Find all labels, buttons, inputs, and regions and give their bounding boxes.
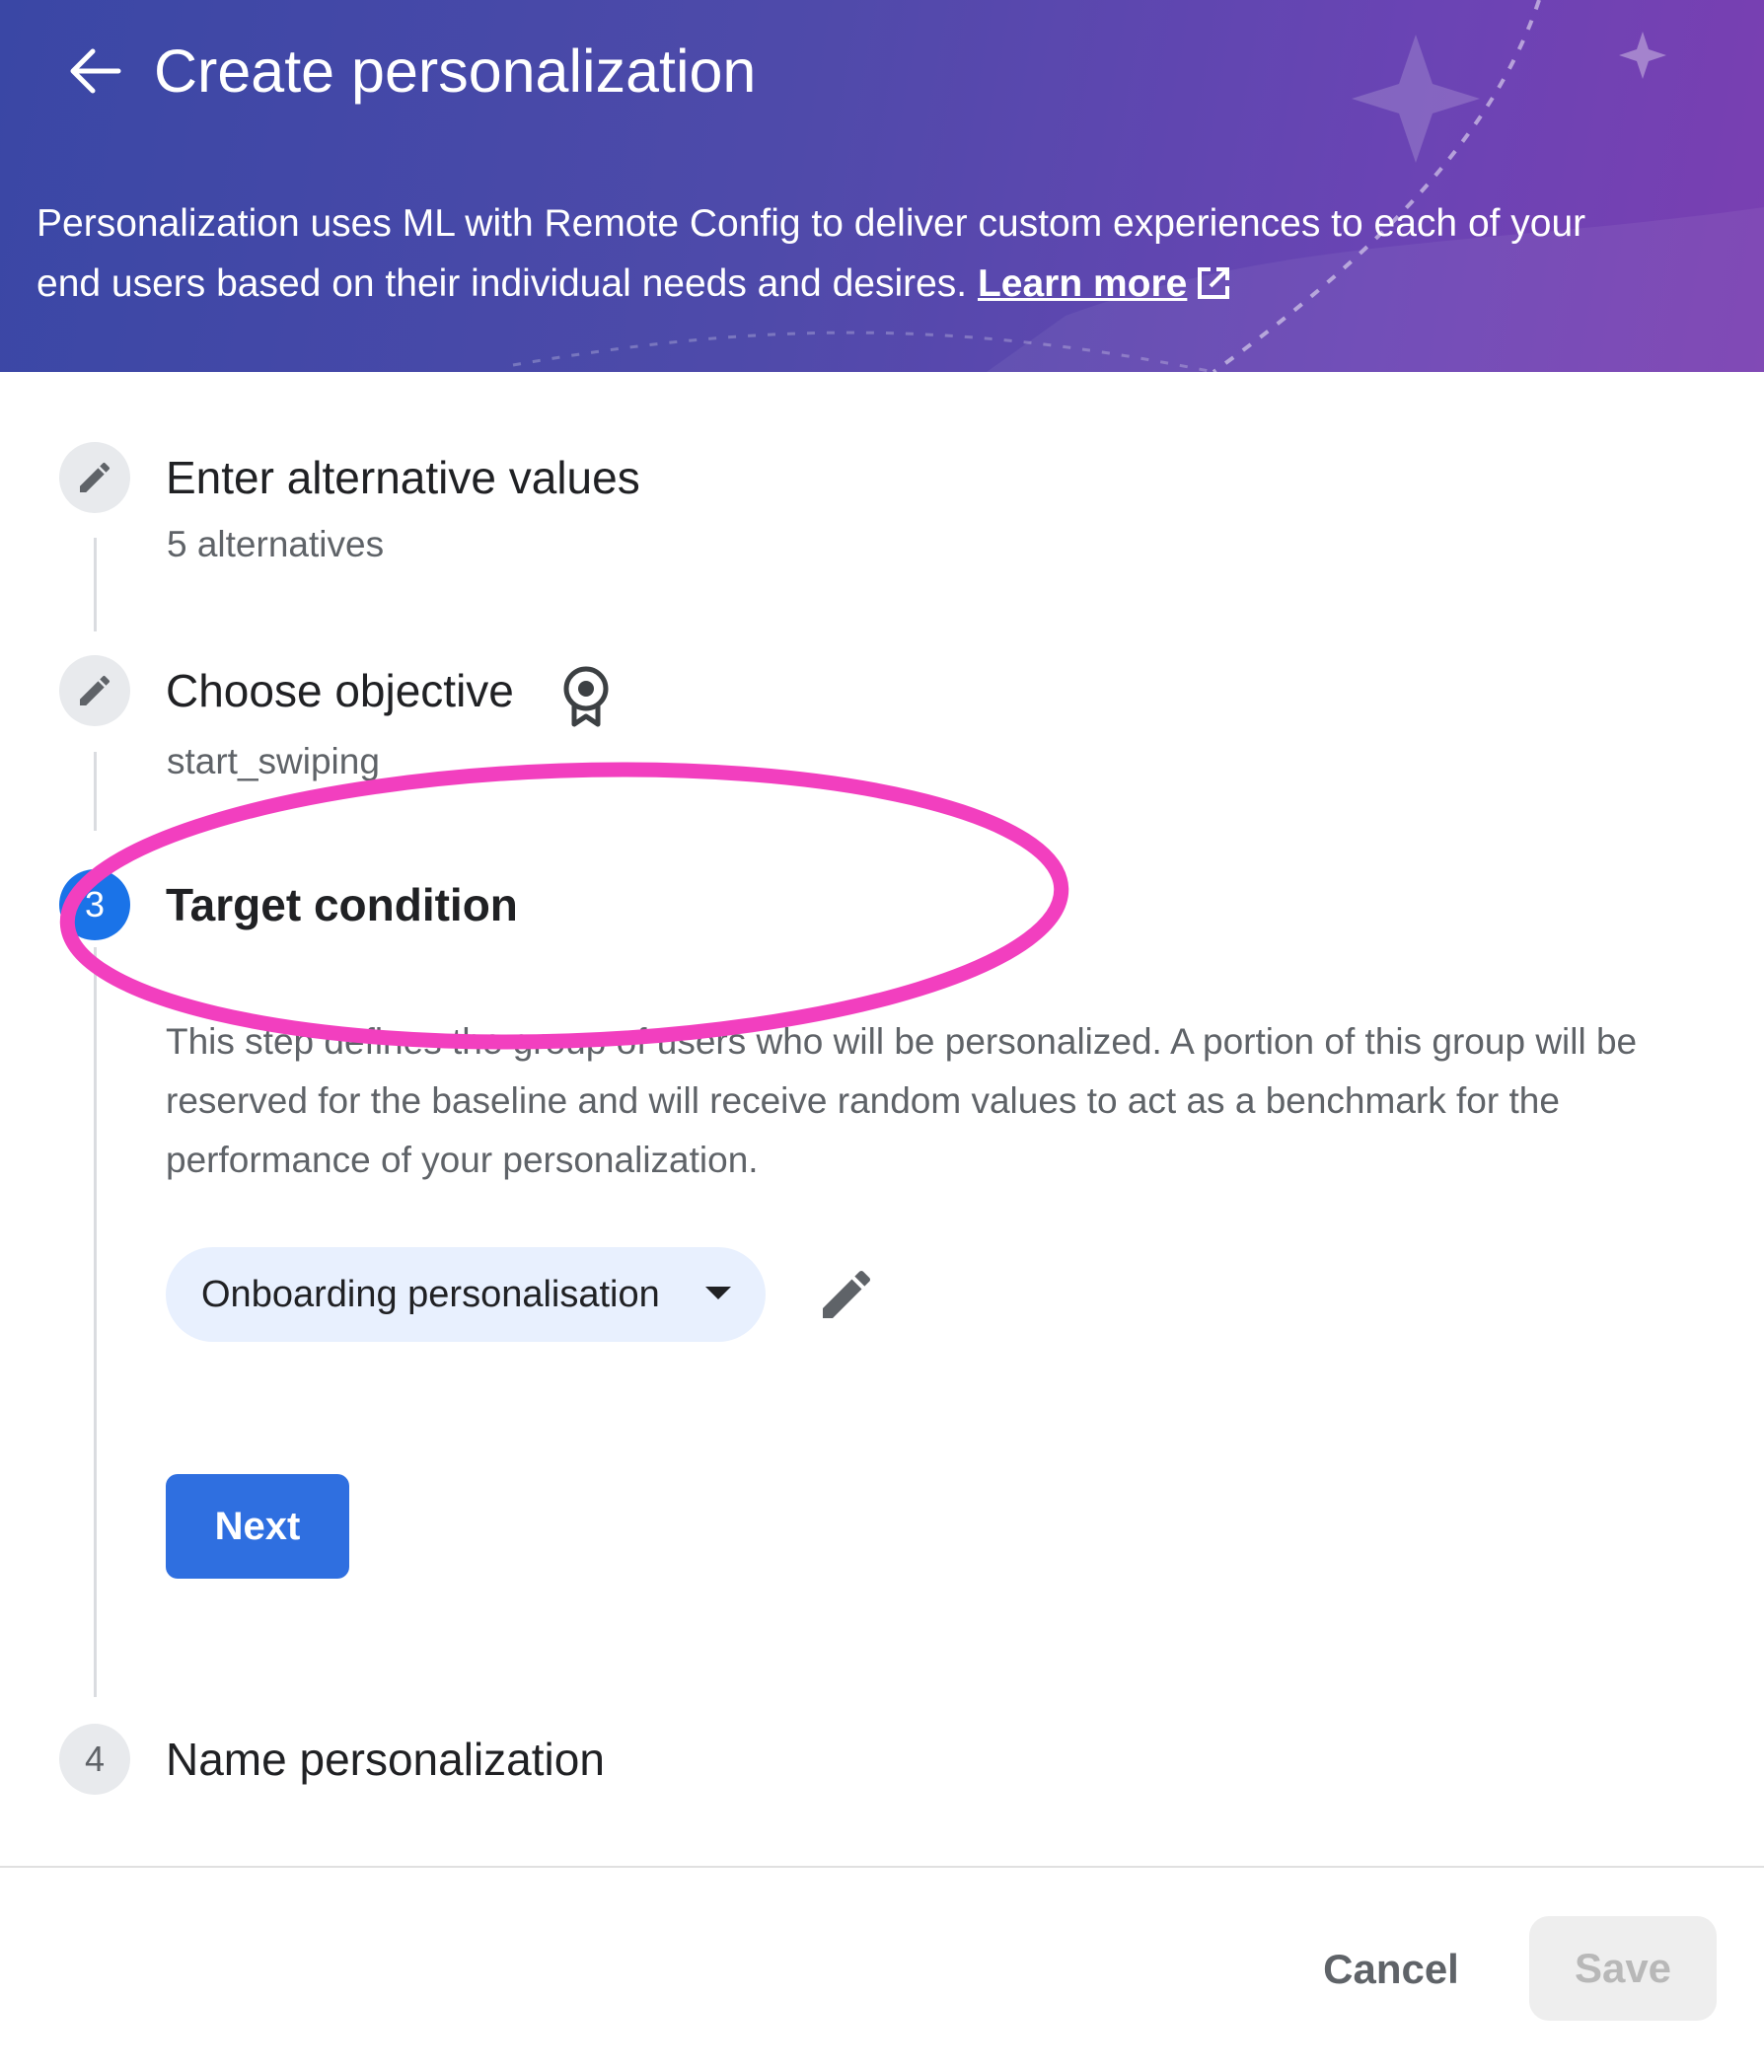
page-title: Create personalization — [154, 37, 757, 105]
step-title[interactable]: Name personalization — [166, 1730, 605, 1789]
pencil-icon — [80, 675, 110, 705]
step-title[interactable]: Enter alternative values — [166, 448, 640, 507]
step-description: This step defines the group of users who… — [166, 1021, 1638, 1180]
step-title[interactable]: Choose objective — [166, 661, 514, 720]
sparkle-icon — [1352, 35, 1480, 163]
cancel-button[interactable]: Cancel — [1300, 1918, 1482, 2021]
award-icon — [563, 666, 609, 727]
dropdown-arrow-icon — [705, 1287, 731, 1299]
next-button[interactable]: Next — [166, 1474, 349, 1579]
stepper-connector — [94, 538, 97, 631]
condition-dropdown[interactable]: Onboarding personalisation — [166, 1247, 766, 1342]
condition-dropdown-value: Onboarding personalisation — [201, 1273, 660, 1315]
header-banner: Create personalization Personalization u… — [0, 0, 1764, 372]
pencil-icon — [80, 462, 110, 492]
step-edit-icon[interactable] — [59, 442, 130, 513]
step-title: Target condition — [166, 879, 518, 930]
edit-condition-pencil-icon[interactable] — [815, 1263, 878, 1326]
stepper-connector — [94, 947, 97, 1697]
footer-divider — [0, 1866, 1764, 1868]
intro-text: Personalization uses ML with Remote Conf… — [37, 193, 1635, 314]
back-arrow-icon[interactable] — [59, 36, 130, 107]
step-summary: 5 alternatives — [167, 524, 385, 564]
step-number: 3 — [59, 869, 130, 940]
stepper-connector — [94, 752, 97, 831]
external-link-icon[interactable] — [1195, 264, 1232, 302]
step-edit-icon[interactable] — [59, 655, 130, 726]
learn-more-link[interactable]: Learn more — [978, 262, 1187, 305]
save-button: Save — [1529, 1916, 1717, 2021]
step-summary: start_swiping — [167, 741, 380, 781]
step-number: 4 — [59, 1724, 130, 1795]
intro-description: Personalization uses ML with Remote Conf… — [37, 202, 1586, 305]
sparkle-icon — [1619, 32, 1666, 79]
